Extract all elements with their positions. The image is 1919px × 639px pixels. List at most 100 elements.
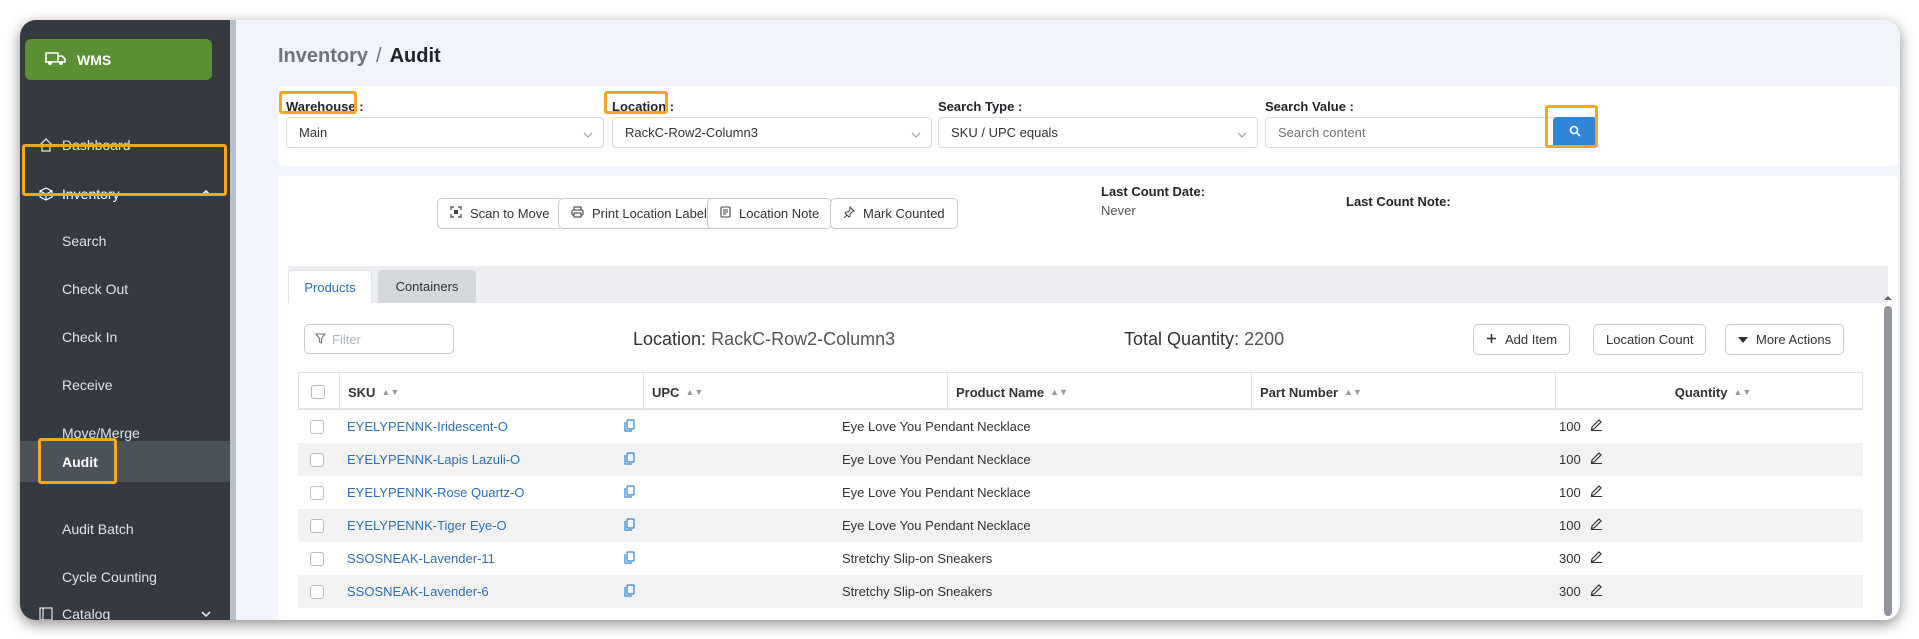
copy-icon[interactable] [624, 584, 635, 600]
breadcrumb: Inventory / Audit [278, 45, 441, 68]
filter-bar: Warehouse : Main Location : RackC-Row2-C… [278, 86, 1898, 166]
copy-icon[interactable] [624, 452, 635, 468]
copy-icon[interactable] [624, 419, 635, 435]
sidebar-item-label: Dashboard [62, 137, 131, 153]
column-header-sku[interactable]: SKU ▲▼ [339, 373, 643, 411]
scroll-up-icon[interactable] [1884, 294, 1892, 302]
warehouse-value: Main [299, 125, 328, 140]
scrollbar-thumb[interactable] [1884, 306, 1892, 616]
sku-link[interactable]: EYELYPENNK-Iridescent-O [347, 419, 508, 434]
column-header-label: SKU [348, 384, 376, 400]
location-count-label: Location Count [1606, 332, 1694, 347]
copy-icon[interactable] [624, 485, 635, 501]
row-checkbox[interactable] [310, 486, 324, 500]
pin-icon [843, 205, 855, 221]
edit-pencil-icon[interactable] [1590, 484, 1603, 500]
location-info-value: RackC-Row2-Column3 [711, 329, 896, 349]
sidebar-subitem-cycle-counting[interactable]: Cycle Counting [20, 557, 230, 597]
table-row[interactable]: EYELYPENNK-Tiger Eye-O Eye Love You Pend… [298, 509, 1863, 542]
table-row[interactable]: EYELYPENNK-Iridescent-O Eye Love You Pen… [298, 410, 1863, 443]
location-note-label: Location Note [739, 206, 820, 221]
search-input[interactable] [1265, 117, 1555, 148]
search-icon [1569, 124, 1581, 142]
mark-counted-button[interactable]: Mark Counted [830, 198, 958, 229]
more-actions-label: More Actions [1756, 332, 1832, 347]
copy-icon[interactable] [624, 551, 635, 567]
tab-containers[interactable]: Containers [378, 270, 476, 303]
select-all-checkbox[interactable] [311, 385, 325, 399]
breadcrumb-separator: / [376, 45, 382, 67]
sku-link[interactable]: EYELYPENNK-Rose Quartz-O [347, 485, 524, 500]
row-checkbox[interactable] [310, 519, 324, 533]
tab-products[interactable]: Products [288, 270, 372, 303]
table-scrollbar[interactable] [1884, 294, 1892, 616]
row-checkbox[interactable] [310, 453, 324, 467]
print-location-label-button[interactable]: Print Location Label [558, 198, 720, 229]
row-checkbox[interactable] [310, 420, 324, 434]
sidebar-item-inventory[interactable]: Inventory [20, 173, 230, 215]
column-header-label: UPC [652, 384, 680, 400]
table-row[interactable]: SSOSNEAK-Lavender-11 Stretchy Slip-on Sn… [298, 542, 1863, 575]
search-button[interactable] [1553, 117, 1597, 148]
product-name: Stretchy Slip-on Sneakers [842, 551, 993, 566]
location-count-button[interactable]: Location Count [1593, 324, 1707, 355]
column-header-label: Part Number [1260, 384, 1339, 400]
product-name: Eye Love You Pendant Necklace [842, 419, 1031, 434]
location-label: Location : [612, 99, 675, 114]
sidebar-subitem-check-out[interactable]: Check Out [20, 269, 230, 309]
edit-pencil-icon[interactable] [1590, 418, 1603, 434]
printer-icon [571, 206, 584, 221]
box-icon [38, 186, 54, 202]
location-note-button[interactable]: Location Note [707, 198, 833, 229]
more-actions-button[interactable]: More Actions [1725, 324, 1845, 355]
sku-link[interactable]: SSOSNEAK-Lavender-11 [347, 551, 495, 566]
add-item-button[interactable]: Add Item [1473, 324, 1571, 355]
product-name: Eye Love You Pendant Necklace [842, 485, 1031, 500]
edit-pencil-icon[interactable] [1590, 451, 1603, 467]
table-row[interactable]: EYELYPENNK-Rose Quartz-O Eye Love You Pe… [298, 476, 1863, 509]
last-count-date-value: Never [1101, 203, 1136, 218]
sort-icon: ▲▼ [1344, 387, 1362, 397]
chevron-down-icon [198, 606, 214, 620]
sidebar-subitem-check-in[interactable]: Check In [20, 317, 230, 357]
column-header-upc[interactable]: UPC ▲▼ [643, 373, 947, 411]
sidebar-item-catalog[interactable]: Catalog [20, 604, 230, 620]
row-checkbox[interactable] [310, 552, 324, 566]
product-name: Stretchy Slip-on Sneakers [842, 584, 993, 599]
edit-pencil-icon[interactable] [1590, 517, 1603, 533]
breadcrumb-parent[interactable]: Inventory [278, 45, 368, 68]
filter-input[interactable]: Filter [304, 324, 454, 354]
sidebar-subitem-receive[interactable]: Receive [20, 365, 230, 405]
quantity-value: 100 [1559, 518, 1581, 533]
last-count-date-label: Last Count Date: [1101, 184, 1205, 199]
sidebar-subitem-audit[interactable]: Audit [20, 441, 230, 482]
sku-link[interactable]: SSOSNEAK-Lavender-6 [347, 584, 489, 599]
column-header-part-number[interactable]: Part Number ▲▼ [1251, 373, 1555, 411]
row-checkbox[interactable] [310, 585, 324, 599]
brand-button[interactable]: WMS [25, 39, 212, 80]
sku-link[interactable]: EYELYPENNK-Tiger Eye-O [347, 518, 507, 533]
column-header-quantity[interactable]: Quantity ▲▼ [1555, 373, 1862, 411]
location-info-label: Location: [633, 329, 707, 349]
edit-pencil-icon[interactable] [1590, 583, 1603, 599]
table-row[interactable]: SSOSNEAK-Lavender-6 Stretchy Slip-on Sne… [298, 575, 1863, 608]
scan-icon [450, 206, 462, 221]
sku-link[interactable]: EYELYPENNK-Lapis Lazuli-O [347, 452, 520, 467]
search-type-select[interactable]: SKU / UPC equals [938, 117, 1258, 148]
quantity-value: 300 [1559, 551, 1581, 566]
scan-to-move-button[interactable]: Scan to Move [437, 198, 563, 229]
copy-icon[interactable] [624, 518, 635, 534]
table-row[interactable]: EYELYPENNK-Lapis Lazuli-O Eye Love You P… [298, 443, 1863, 476]
tab-bar: Products Containers [288, 266, 1888, 303]
warehouse-select[interactable]: Main [286, 117, 604, 148]
location-select[interactable]: RackC-Row2-Column3 [612, 117, 932, 148]
sort-icon: ▲▼ [1733, 387, 1752, 397]
sidebar-subitem-search[interactable]: Search [20, 221, 230, 261]
page-title: Audit [389, 45, 441, 67]
sidebar-subitem-audit-batch[interactable]: Audit Batch [20, 509, 230, 549]
sidebar-item-dashboard[interactable]: Dashboard [20, 125, 230, 165]
app-window: WMS Dashboard Inventory Search Check Out… [20, 20, 1900, 620]
column-header-product-name[interactable]: Product Name ▲▼ [947, 373, 1251, 411]
mark-counted-label: Mark Counted [863, 206, 945, 221]
edit-pencil-icon[interactable] [1590, 550, 1603, 566]
